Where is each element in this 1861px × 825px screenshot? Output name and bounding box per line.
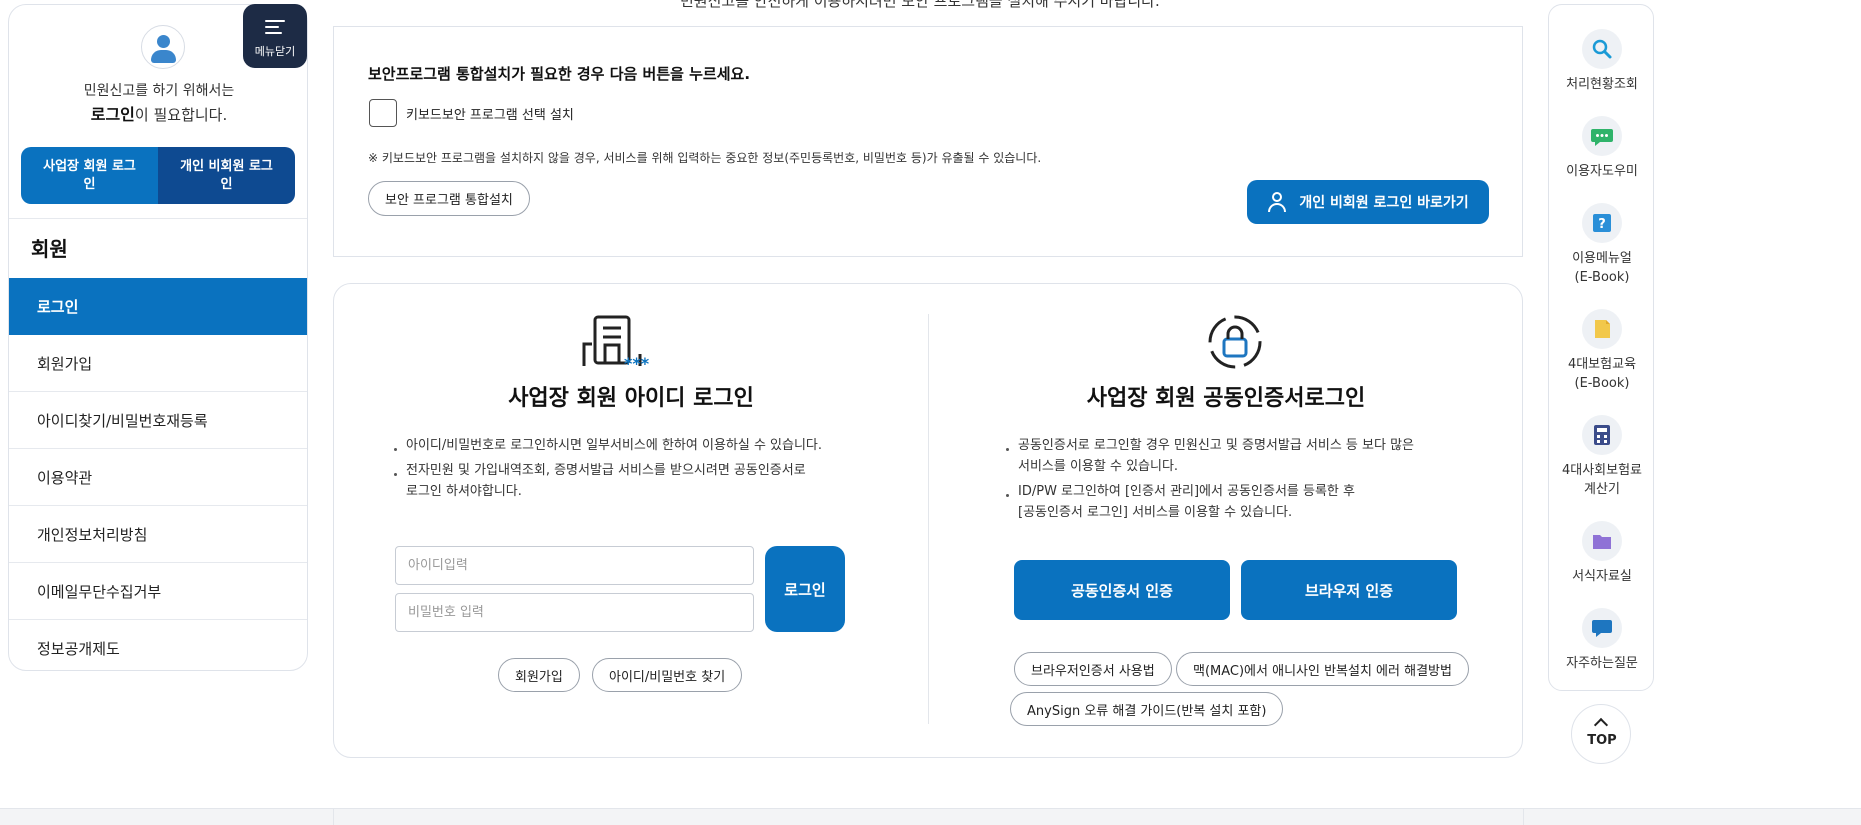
browser-cert-guide-link[interactable]: 브라우저인증서 사용법 bbox=[1014, 652, 1172, 686]
quick-item-manual[interactable]: ? 이용메뉴얼 (E-Book) bbox=[1549, 203, 1655, 287]
quick-item-label: 이용자도우미 bbox=[1566, 164, 1638, 179]
top-cut-text: 민원신고를 안전하게 이용하시려면 보안 프로그램을 설치해 주시기 바랍니다. bbox=[680, 0, 1160, 10]
calculator-icon bbox=[1582, 415, 1622, 455]
quick-item-label: 4대보험교육 bbox=[1567, 357, 1637, 372]
login-button[interactable]: 로그인 bbox=[765, 546, 845, 632]
folder-icon bbox=[1582, 521, 1622, 561]
cert-login-bullets: 공동인증서로 로그인할 경우 민원신고 및 증명서발급 서비스 등 보다 많은 서… bbox=[1006, 435, 1446, 527]
chat-icon bbox=[1582, 116, 1622, 156]
id-login-title: 사업장 회원 아이디 로그인 bbox=[508, 386, 754, 411]
scroll-top-button[interactable]: TOP bbox=[1571, 704, 1631, 764]
keyboard-security-label[interactable]: 키보드보안 프로그램 선택 설치 bbox=[406, 104, 574, 123]
sidebar-item-login[interactable]: 로그인 bbox=[9, 278, 307, 335]
id-input[interactable] bbox=[395, 546, 754, 585]
login-message-strong: 로그인 bbox=[90, 105, 135, 124]
question-icon: ? bbox=[1582, 203, 1622, 243]
chevron-up-icon bbox=[1593, 717, 1609, 733]
mac-anysign-fix-link[interactable]: 맥(MAC)에서 애니사인 반복설치 에러 해결방법 bbox=[1176, 652, 1469, 686]
anysign-error-guide-link[interactable]: AnySign 오류 해결 가이드(반복 설치 포함) bbox=[1010, 692, 1284, 726]
security-install-button[interactable]: 보안 프로그램 통합설치 bbox=[368, 181, 530, 216]
login-type-buttons: 사업장 회원 로그인 개인 비회원 로그인 bbox=[21, 147, 295, 204]
cert-login-title: 사업장 회원 공동인증서로그인 bbox=[1086, 386, 1366, 411]
login-panel: *** 사업장 회원 아이디 로그인 아이디/비밀번호로 로그인하시면 일부서비… bbox=[333, 283, 1523, 758]
lock-icon bbox=[1208, 315, 1262, 369]
quick-item-sublabel: (E-Book) bbox=[1574, 270, 1630, 285]
sidebar-item-terms[interactable]: 이용약관 bbox=[9, 449, 307, 506]
quick-item-label: 이용메뉴얼 bbox=[1572, 251, 1632, 266]
password-input[interactable] bbox=[395, 593, 754, 632]
id-card-icon: *** bbox=[582, 315, 650, 373]
user-avatar-icon bbox=[141, 25, 185, 69]
nonmember-login-shortcut-button[interactable]: 개인 비회원 로그인 바로가기 bbox=[1247, 180, 1489, 224]
list-item: 공동인증서로 로그인할 경우 민원신고 및 증명서발급 서비스 등 보다 많은 서… bbox=[1006, 435, 1446, 477]
menu-icon bbox=[265, 20, 285, 38]
quick-item-label: 자주하는질문 bbox=[1566, 656, 1638, 671]
left-sidebar: 민원신고를 하기 위해서는 로그인이 필요합니다. 사업장 회원 로그인 개인 … bbox=[8, 4, 308, 671]
security-note: ※ 키보드보안 프로그램을 설치하지 않을 경우, 서비스를 위해 입력하는 중… bbox=[368, 151, 1042, 165]
nonmember-login-shortcut-label: 개인 비회원 로그인 바로가기 bbox=[1299, 195, 1469, 211]
login-message-rest: 이 필요합니다. bbox=[134, 106, 228, 124]
quick-item-calculator[interactable]: 4대사회보험료 계산기 bbox=[1549, 415, 1655, 499]
sidebar-item-info-disclosure[interactable]: 정보공개제도 bbox=[9, 620, 307, 670]
list-item: 아이디/비밀번호로 로그인하시면 일부서비스에 한하여 이용하실 수 있습니다. bbox=[394, 435, 834, 456]
sidebar-heading: 회원 bbox=[31, 237, 68, 261]
quick-item-helper[interactable]: 이용자도우미 bbox=[1549, 116, 1655, 181]
person-icon bbox=[1267, 191, 1289, 213]
id-login-bullets: 아이디/비밀번호로 로그인하시면 일부서비스에 한하여 이용하실 수 있습니다.… bbox=[394, 435, 834, 506]
sidebar-menu: 로그인 회원가입 아이디찾기/비밀번호재등록 이용약관 개인정보처리방침 이메일… bbox=[9, 278, 307, 670]
footer-strip bbox=[0, 808, 1861, 825]
quick-item-forms[interactable]: 서식자료실 bbox=[1549, 521, 1655, 586]
quick-item-sublabel: (E-Book) bbox=[1574, 376, 1630, 391]
quick-item-status[interactable]: 처리현황조회 bbox=[1549, 29, 1655, 94]
svg-text:***: *** bbox=[624, 354, 650, 373]
signup-button[interactable]: 회원가입 bbox=[498, 658, 580, 692]
personal-nonmember-login-button[interactable]: 개인 비회원 로그인 bbox=[158, 147, 295, 204]
sidebar-item-email-refusal[interactable]: 이메일무단수집거부 bbox=[9, 563, 307, 620]
quick-menu: 처리현황조회 이용자도우미 ? 이용메뉴얼 (E-Book) 4대보험교육 (E… bbox=[1548, 4, 1654, 691]
sidebar-item-signup[interactable]: 회원가입 bbox=[9, 335, 307, 392]
menu-close-button[interactable]: 메뉴닫기 bbox=[243, 4, 307, 68]
biz-member-login-button[interactable]: 사업장 회원 로그인 bbox=[21, 147, 158, 204]
quick-item-faq[interactable]: 자주하는질문 bbox=[1549, 608, 1655, 673]
list-item: 전자민원 및 가입내역조회, 증명서발급 서비스를 받으시려면 공동인증서로 로그… bbox=[394, 460, 834, 502]
faq-icon bbox=[1582, 608, 1622, 648]
sidebar-item-privacy[interactable]: 개인정보처리방침 bbox=[9, 506, 307, 563]
security-title: 보안프로그램 통합설치가 필요한 경우 다음 버튼을 누르세요. bbox=[368, 65, 751, 83]
quick-item-insurance-education[interactable]: 4대보험교육 (E-Book) bbox=[1549, 309, 1655, 393]
browser-auth-button[interactable]: 브라우저 인증 bbox=[1241, 560, 1457, 620]
list-item: ID/PW 로그인하여 [인증서 관리]에서 공동인증서를 등록한 후 [공동인증… bbox=[1006, 481, 1446, 523]
top-button-label: TOP bbox=[1587, 733, 1617, 748]
book-icon bbox=[1582, 309, 1622, 349]
search-icon bbox=[1582, 29, 1622, 69]
menu-close-label: 메뉴닫기 bbox=[254, 45, 296, 58]
quick-item-sublabel: 계산기 bbox=[1584, 482, 1620, 497]
sidebar-divider bbox=[9, 218, 307, 219]
svg-text:?: ? bbox=[1598, 217, 1606, 232]
login-message-line1: 민원신고를 하기 위해서는 bbox=[83, 83, 235, 99]
cert-auth-button[interactable]: 공동인증서 인증 bbox=[1014, 560, 1230, 620]
quick-item-label: 서식자료실 bbox=[1572, 569, 1632, 584]
quick-item-label: 처리현황조회 bbox=[1566, 77, 1638, 92]
sidebar-item-find-account[interactable]: 아이디찾기/비밀번호재등록 bbox=[9, 392, 307, 449]
security-program-box: 보안프로그램 통합설치가 필요한 경우 다음 버튼을 누르세요. 키보드보안 프… bbox=[333, 26, 1523, 257]
login-required-message: 민원신고를 하기 위해서는 로그인이 필요합니다. bbox=[9, 79, 307, 128]
find-id-password-button[interactable]: 아이디/비밀번호 찾기 bbox=[592, 658, 743, 692]
panel-divider bbox=[928, 314, 929, 724]
keyboard-security-checkbox[interactable] bbox=[369, 99, 397, 127]
quick-item-label: 4대사회보험료 bbox=[1561, 463, 1643, 478]
